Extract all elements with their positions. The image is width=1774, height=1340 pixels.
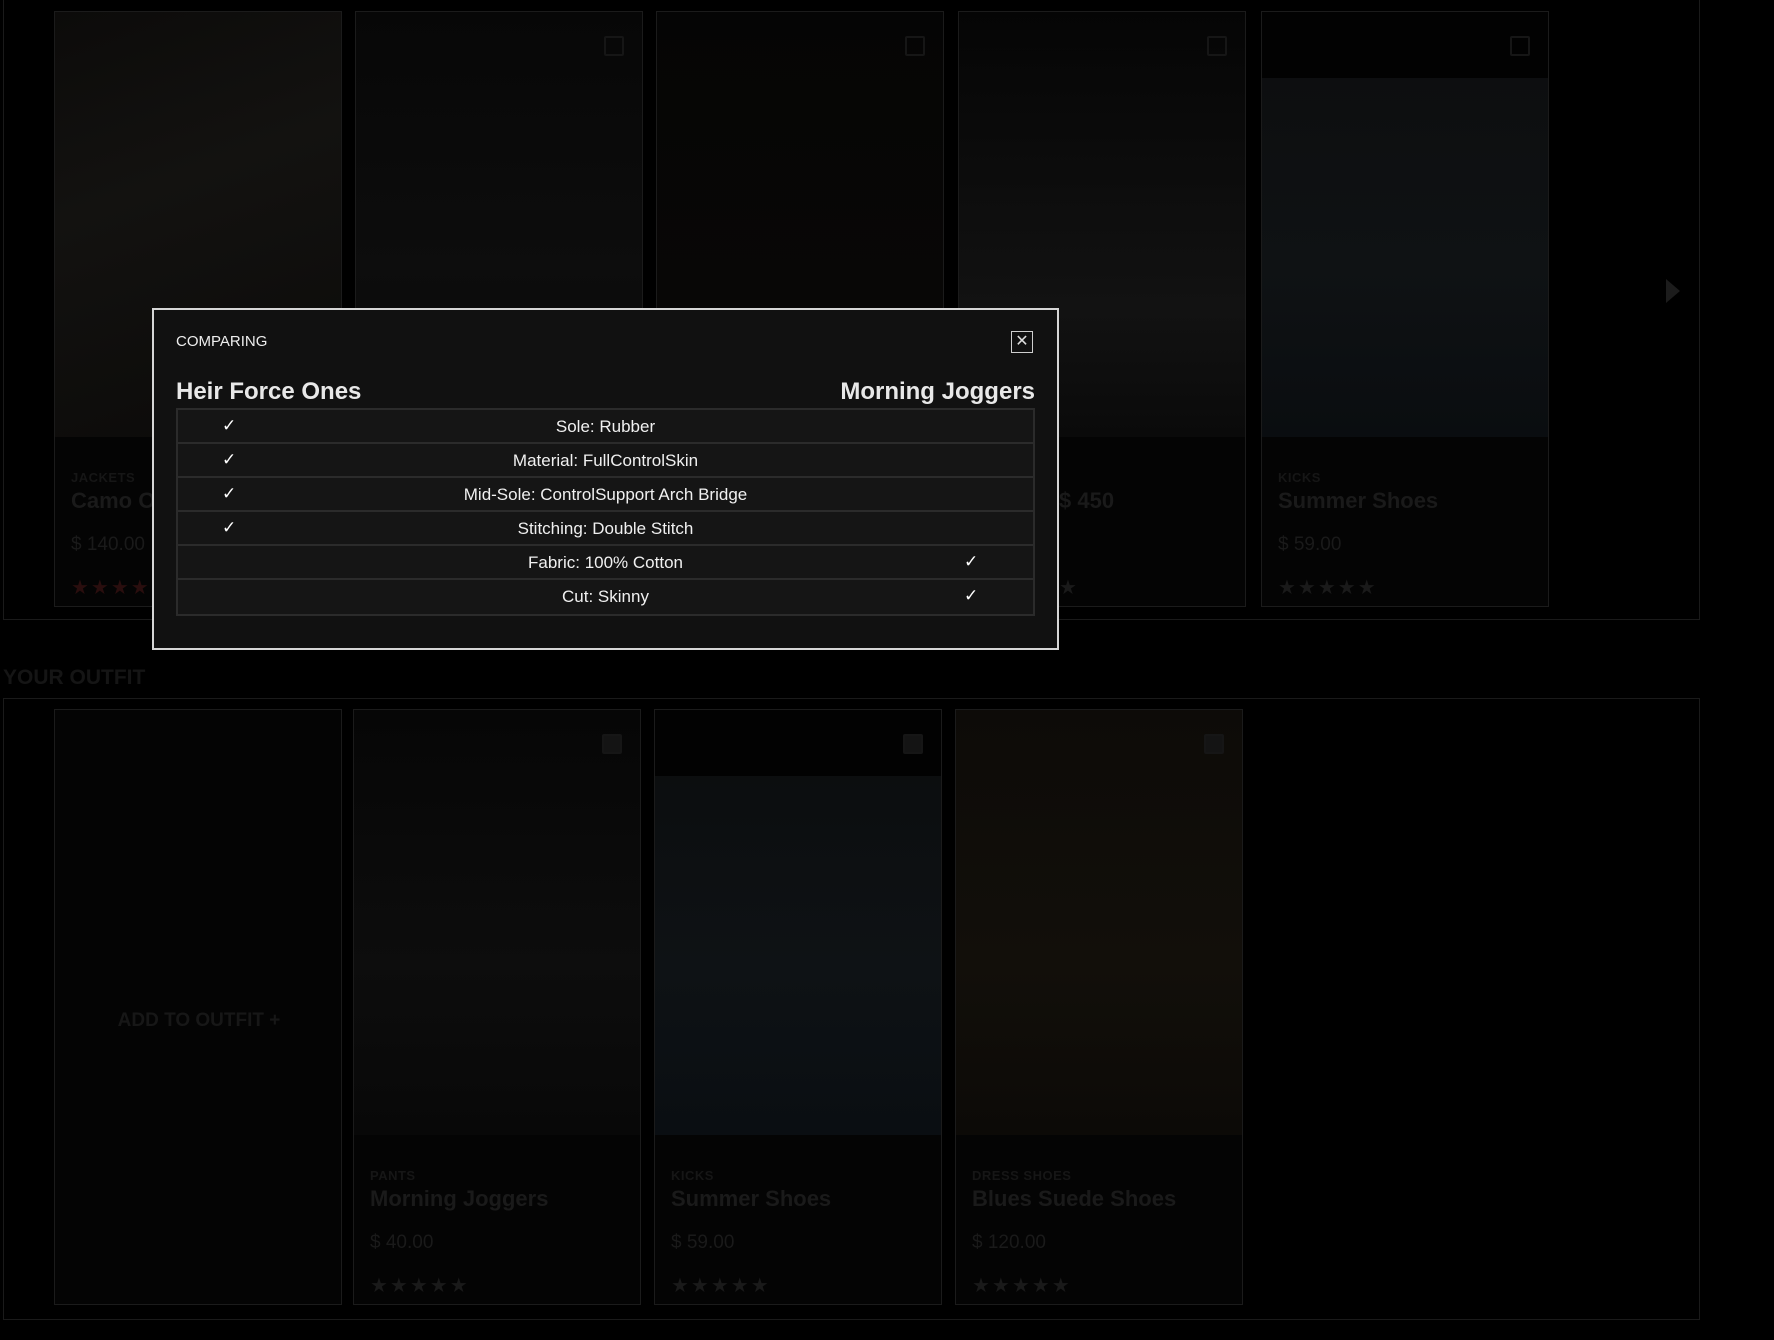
comparison-row: ✓ Material: FullControlSkin — [178, 444, 1033, 478]
close-button[interactable]: ✕ — [1011, 331, 1033, 353]
remove-icon[interactable] — [1204, 734, 1224, 754]
product-card[interactable]: KICKS Summer Shoes $ 59.00 ★★★★★ — [1261, 11, 1549, 607]
right-check-icon: ✓ — [964, 586, 979, 605]
product-category: KICKS — [1278, 470, 1321, 485]
outfit-section-title: YOUR OUTFIT — [3, 666, 146, 689]
product-price: $ 140.00 — [71, 534, 145, 555]
right-check-icon: ✓ — [964, 552, 979, 571]
remove-icon[interactable] — [903, 734, 923, 754]
comparison-row: ✓ Mid-Sole: ControlSupport Arch Bridge — [178, 478, 1033, 512]
product-price: $ 40.00 — [370, 1232, 434, 1253]
product-price: $ 450 — [1059, 488, 1115, 513]
star-rating: ★ — [1059, 577, 1079, 599]
feature-label: Sole: Rubber — [555, 417, 656, 436]
outfit-card[interactable]: DRESS SHOES Blues Suede Shoes $ 120.00 ★… — [955, 709, 1243, 1305]
compare-star-icon[interactable] — [1510, 36, 1530, 56]
product-image — [354, 710, 640, 1135]
comparison-row: ✓ Sole: Rubber — [178, 410, 1033, 444]
feature-label: Fabric: 100% Cotton — [528, 553, 683, 572]
outfit-card[interactable]: PANTS Morning Joggers $ 40.00 ★★★★★ — [353, 709, 641, 1305]
comparison-modal: COMPARING ✕ Heir Force Ones Morning Jogg… — [152, 308, 1059, 650]
comparison-row: ✓ Stitching: Double Stitch — [178, 512, 1033, 546]
product-name: Summer Shoes — [671, 1186, 832, 1211]
product-category: JACKETS — [71, 470, 136, 485]
product-category: KICKS — [671, 1168, 714, 1183]
product-category: PANTS — [370, 1168, 416, 1183]
compare-star-icon[interactable] — [1207, 36, 1227, 56]
outfit-card[interactable]: KICKS Summer Shoes $ 59.00 ★★★★★ — [654, 709, 942, 1305]
product-name: Morning Joggers — [370, 1186, 549, 1211]
feature-label: Cut: Skinny — [562, 587, 649, 606]
card-header-band — [1262, 12, 1548, 78]
modal-title: COMPARING — [176, 333, 268, 350]
add-to-outfit-button[interactable]: ADD TO OUTFIT + — [105, 1010, 293, 1110]
product-image — [956, 710, 1242, 1135]
outfit-carousel: ADD TO OUTFIT + PANTS Morning Joggers $ … — [3, 698, 1700, 1320]
feature-label: Material: FullControlSkin — [512, 451, 699, 470]
star-rating: ★★★★★ — [972, 1275, 1072, 1297]
comparison-row: Cut: Skinny ✓ — [178, 580, 1033, 614]
next-arrow-icon[interactable] — [1666, 279, 1680, 303]
product-price: $ 59.00 — [671, 1232, 735, 1253]
product-category: DRESS SHOES — [972, 1168, 1072, 1183]
product-page: JACKETS Camo Onesie $ 140.00 ★★★★★ $ 450… — [0, 0, 1774, 1340]
remove-icon[interactable] — [602, 734, 622, 754]
compare-product-right: Morning Joggers — [840, 378, 1035, 405]
product-name: Blues Suede Shoes — [972, 1186, 1177, 1211]
compare-star-icon[interactable] — [604, 36, 624, 56]
feature-label: Stitching: Double Stitch — [517, 519, 694, 538]
card-header-band — [655, 710, 941, 776]
star-rating: ★★★★★ — [1278, 577, 1378, 599]
add-to-outfit-card[interactable]: ADD TO OUTFIT + — [54, 709, 342, 1305]
feature-label: Mid-Sole: ControlSupport Arch Bridge — [463, 485, 748, 504]
product-price: $ 59.00 — [1278, 534, 1342, 555]
comparison-table: ✓ Sole: Rubber ✓ Material: FullControlSk… — [176, 408, 1035, 616]
close-icon: ✕ — [1015, 333, 1029, 350]
product-name: Summer Shoes — [1278, 488, 1439, 513]
star-rating: ★★★★★ — [671, 1275, 771, 1297]
compare-product-left: Heir Force Ones — [176, 378, 362, 405]
comparison-row: Fabric: 100% Cotton ✓ — [178, 546, 1033, 580]
star-rating: ★★★★★ — [370, 1275, 470, 1297]
compare-star-icon[interactable] — [905, 36, 925, 56]
product-price: $ 120.00 — [972, 1232, 1046, 1253]
